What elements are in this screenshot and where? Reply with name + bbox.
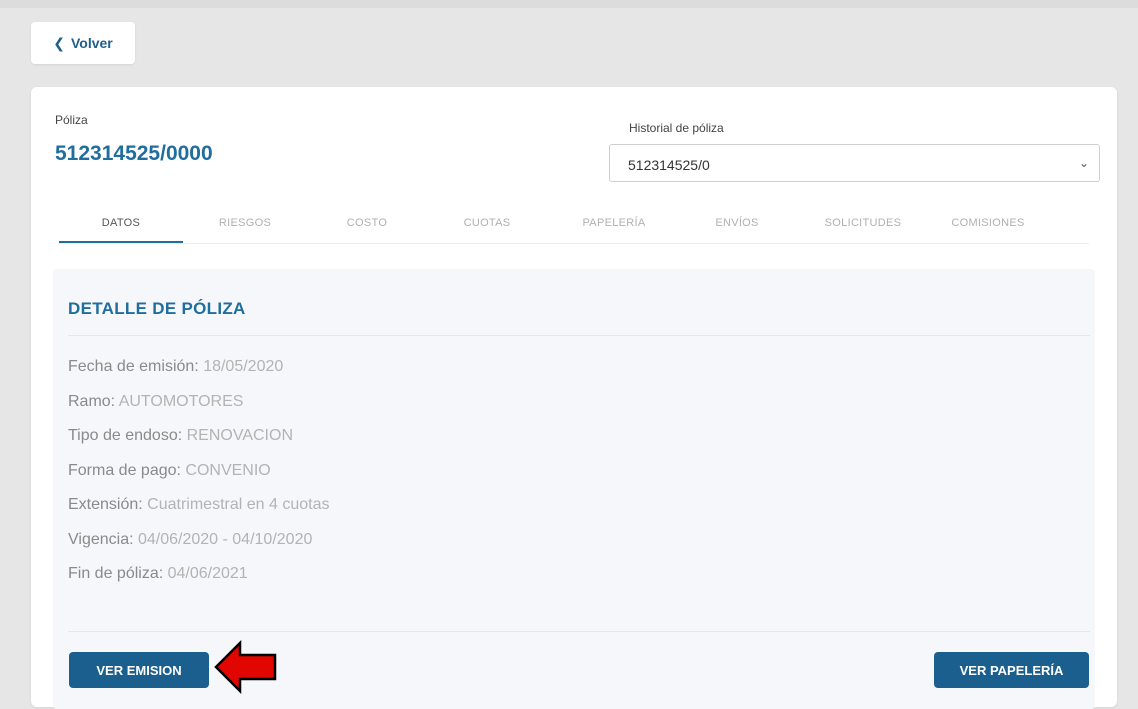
ver-papeleria-button[interactable]: VER PAPELERÍA	[934, 652, 1089, 688]
policy-detail-panel: DETALLE DE PÓLIZA Fecha de emisión: 18/0…	[53, 269, 1095, 709]
chevron-down-icon: ⌄	[1078, 156, 1089, 170]
detail-divider	[68, 335, 1090, 336]
field-value: 04/06/2021	[167, 565, 248, 582]
policy-card: Póliza 512314525/0000 Historial de póliz…	[31, 87, 1117, 709]
history-selected-value: 512314525/0	[628, 157, 710, 173]
detail-fields: Fecha de emisión: 18/05/2020 Ramo: AUTOM…	[68, 358, 329, 600]
tab-solicitudes[interactable]: SOLICITUDES	[793, 203, 933, 243]
policy-label: Póliza	[55, 113, 88, 127]
field-fecha-emision: Fecha de emisión: 18/05/2020	[68, 358, 329, 393]
tab-bar: DATOS RIESGOS COSTO CUOTAS PAPELERÍA ENV…	[59, 203, 1089, 244]
field-value: CONVENIO	[185, 461, 271, 479]
field-label: Extensión:	[68, 496, 143, 513]
field-label: Vigencia:	[68, 530, 134, 548]
red-arrow-icon	[214, 640, 277, 694]
ver-emision-button[interactable]: VER EMISION	[69, 652, 209, 688]
tab-papeleria[interactable]: PAPELERÍA	[547, 203, 681, 243]
field-value: AUTOMOTORES	[118, 392, 244, 410]
field-label: Tipo de endoso:	[68, 427, 183, 444]
field-label: Ramo:	[68, 392, 116, 410]
history-select[interactable]: 512314525/0 ⌄	[609, 144, 1100, 182]
chevron-left-icon: ❮	[53, 34, 65, 51]
tab-datos[interactable]: DATOS	[59, 203, 183, 244]
field-label: Fecha de emisión:	[68, 358, 199, 375]
field-value: RENOVACION	[186, 427, 293, 444]
field-fin-poliza: Fin de póliza: 04/06/2021	[68, 565, 329, 600]
detail-title: DETALLE DE PÓLIZA	[68, 299, 246, 318]
tab-cuotas[interactable]: CUOTAS	[427, 203, 547, 243]
back-button[interactable]: ❮ Volver	[31, 22, 135, 64]
top-shade	[0, 0, 1138, 8]
field-value: 18/05/2020	[203, 358, 284, 375]
tab-comisiones[interactable]: COMISIONES	[933, 203, 1043, 243]
tab-envios[interactable]: ENVÍOS	[681, 203, 793, 243]
field-value: Cuatrimestral en 4 cuotas	[147, 496, 330, 513]
tab-costo[interactable]: COSTO	[307, 203, 427, 243]
history-label: Historial de póliza	[629, 121, 724, 135]
field-forma-pago: Forma de pago: CONVENIO	[68, 462, 329, 497]
field-value: 04/06/2020 - 04/10/2020	[137, 530, 313, 548]
field-tipo-endoso: Tipo de endoso: RENOVACION	[68, 427, 329, 462]
field-label: Forma de pago:	[68, 461, 181, 479]
tab-riesgos[interactable]: RIESGOS	[183, 203, 307, 243]
back-button-label: Volver	[70, 35, 113, 51]
field-ramo: Ramo: AUTOMOTORES	[68, 393, 329, 428]
field-extension: Extensión: Cuatrimestral en 4 cuotas	[68, 496, 329, 531]
actions-divider	[68, 631, 1090, 632]
field-label: Fin de póliza:	[68, 565, 164, 582]
tab-divider	[59, 243, 1089, 244]
field-vigencia: Vigencia: 04/06/2020 - 04/10/2020	[68, 531, 329, 566]
policy-number: 512314525/0000	[55, 142, 213, 165]
